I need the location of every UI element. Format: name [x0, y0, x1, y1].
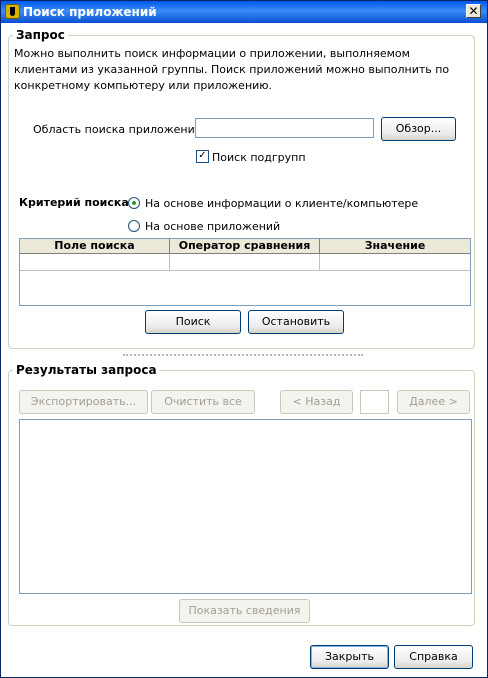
query-description: Можно выполнить поиск информации о прило… — [14, 47, 450, 92]
application-search-window: Поиск приложений ✕ Запрос Можно выполнит… — [0, 0, 488, 678]
search-area-label: Область поиска приложений: — [33, 123, 206, 136]
table-cell[interactable] — [320, 254, 470, 270]
subgroups-checkbox[interactable]: ✓ — [196, 150, 209, 163]
results-list[interactable] — [19, 419, 472, 594]
criteria-table-header: Поле поиска Оператор сравнения Значение — [20, 239, 470, 254]
criteria-label: Критерий поиска: — [19, 196, 134, 209]
title-bar[interactable]: Поиск приложений ✕ — [1, 1, 487, 23]
window-title: Поиск приложений — [23, 5, 157, 19]
table-cell[interactable] — [170, 254, 320, 270]
criteria-option-applications-label: На основе приложений — [145, 220, 281, 233]
results-group-title: Результаты запроса — [13, 363, 160, 377]
column-header-value[interactable]: Значение — [320, 239, 470, 253]
results-group: Результаты запроса Экспортировать... Очи… — [8, 363, 475, 626]
app-shield-icon — [5, 4, 20, 19]
stop-button[interactable]: Остановить — [248, 310, 344, 334]
query-group-title: Запрос — [13, 28, 68, 42]
page-number-field[interactable] — [360, 390, 389, 414]
table-row[interactable] — [20, 254, 470, 271]
dialog-content: Запрос Можно выполнить поиск информации … — [1, 23, 487, 677]
clear-all-button[interactable]: Очистить все — [151, 390, 255, 414]
next-button[interactable]: Далее > — [397, 390, 470, 414]
subgroups-label: Поиск подгрупп — [212, 151, 306, 164]
browse-button[interactable]: Обзор... — [381, 117, 456, 141]
search-area-input[interactable] — [195, 118, 374, 138]
close-window-button[interactable]: ✕ — [466, 4, 481, 18]
search-button[interactable]: Поиск — [145, 310, 241, 334]
query-group: Запрос Можно выполнить поиск информации … — [8, 28, 475, 349]
back-button[interactable]: < Назад — [280, 390, 353, 414]
splitter-handle[interactable] — [123, 354, 363, 358]
column-header-field[interactable]: Поле поиска — [20, 239, 170, 253]
close-button[interactable]: Закрыть — [310, 645, 389, 669]
table-cell[interactable] — [20, 254, 170, 270]
export-button[interactable]: Экспортировать... — [19, 390, 148, 414]
criteria-radio-client[interactable] — [128, 197, 140, 209]
criteria-table[interactable]: Поле поиска Оператор сравнения Значение — [19, 238, 471, 306]
criteria-option-client-label: На основе информации о клиенте/компьютер… — [145, 197, 419, 210]
column-header-operator[interactable]: Оператор сравнения — [170, 239, 320, 253]
criteria-radio-applications[interactable] — [128, 220, 140, 232]
show-details-button[interactable]: Показать сведения — [179, 599, 310, 623]
help-button[interactable]: Справка — [394, 645, 473, 669]
